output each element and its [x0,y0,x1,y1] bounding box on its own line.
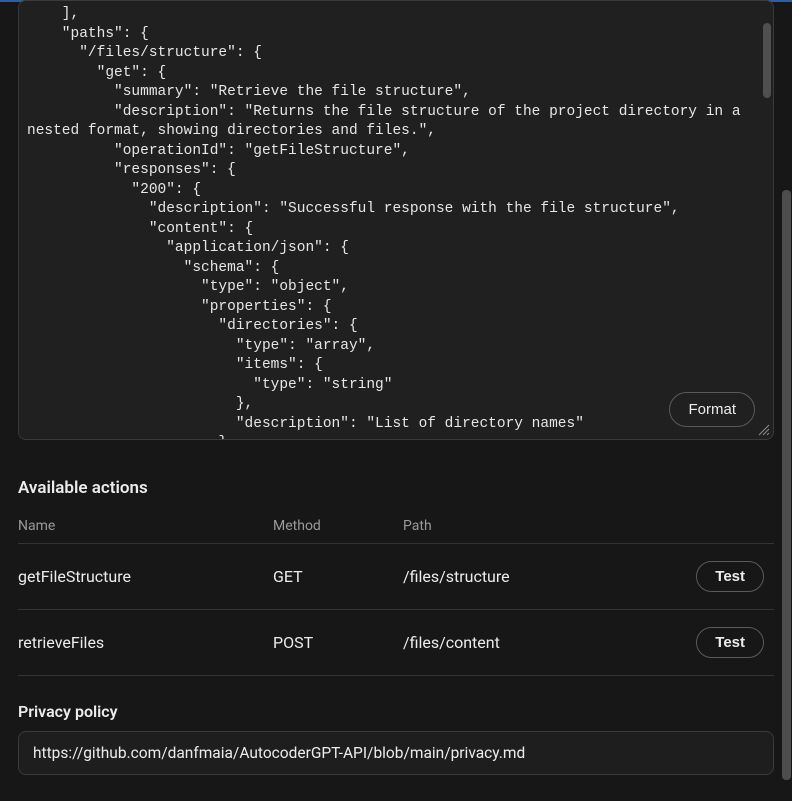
action-method: GET [273,567,403,586]
page-scrollbar-thumb[interactable] [782,190,791,780]
table-row: getFileStructure GET /files/structure Te… [18,544,774,610]
resize-handle-icon[interactable] [757,423,771,437]
test-button[interactable]: Test [696,561,764,592]
action-path: /files/content [403,633,684,652]
column-header-method: Method [273,518,403,534]
action-name: retrieveFiles [18,633,273,652]
test-button[interactable]: Test [696,627,764,658]
code-editor-scrollbar-thumb[interactable] [763,23,771,98]
actions-table: Name Method Path getFileStructure GET /f… [18,514,774,676]
column-header-name: Name [18,518,273,534]
action-name: getFileStructure [18,567,273,586]
action-method: POST [273,633,403,652]
column-header-path: Path [403,518,684,534]
schema-code-editor[interactable]: ], "paths": { "/files/structure": { "get… [18,0,774,440]
format-button[interactable]: Format [669,392,755,427]
privacy-policy-input[interactable] [18,731,774,775]
action-path: /files/structure [403,567,684,586]
main-viewport: ], "paths": { "/files/structure": { "get… [0,0,792,801]
schema-code-text[interactable]: ], "paths": { "/files/structure": { "get… [19,1,773,439]
privacy-policy-label: Privacy policy [18,702,774,721]
table-row: retrieveFiles POST /files/content Test [18,610,774,676]
available-actions-heading: Available actions [18,478,774,498]
actions-table-header: Name Method Path [18,514,774,544]
